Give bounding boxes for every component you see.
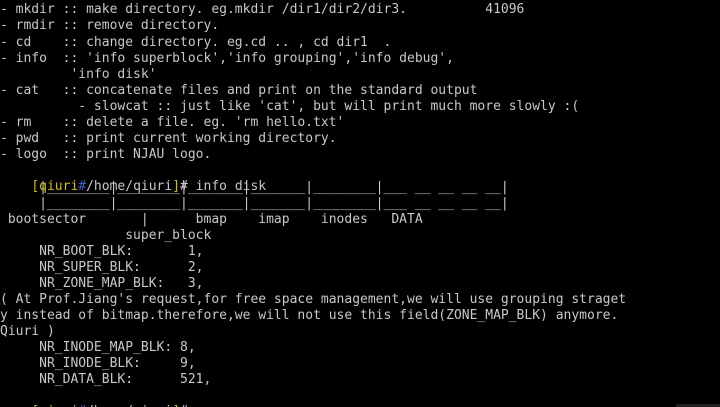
disk-layout-bar-top: |________|________|_______|_______|_____… bbox=[0, 180, 509, 195]
prompt-line-info-disk: [qiuri#/home/qiuri]# info disk bbox=[0, 163, 266, 194]
help-line-cat: - cat :: concatenate files and print on … bbox=[0, 83, 478, 98]
disk-layout-superblock-label: super_block bbox=[0, 228, 212, 243]
disk-layout-bar-bottom: |________|________|_______|_______|_____… bbox=[0, 196, 509, 211]
note-line-2: y instead of bitmap.therefore,we will no… bbox=[0, 308, 619, 323]
help-line-rmdir: - rmdir :: remove directory. bbox=[0, 18, 220, 33]
nr-inode-map-blk: NR_INODE_MAP_BLK: 8, bbox=[0, 340, 196, 355]
nr-boot-blk: NR_BOOT_BLK: 1, bbox=[0, 244, 204, 259]
disk-layout-labels: bootsector | bmap imap inodes DATA bbox=[0, 212, 423, 227]
nr-inode-blk: NR_INODE_BLK: 9, bbox=[0, 356, 196, 371]
help-line-logo: - logo :: print NJAU logo. bbox=[0, 147, 212, 162]
help-line-slowcat: - slowcat :: just like 'cat', but will p… bbox=[0, 99, 580, 114]
note-line-3: Qiuri ) bbox=[0, 324, 55, 339]
nr-data-blk: NR_DATA_BLK: 521, bbox=[0, 372, 212, 387]
nr-super-blk: NR_SUPER_BLK: 2, bbox=[0, 260, 204, 275]
help-line-mkdir: - mkdir :: make directory. eg.mkdir /dir… bbox=[0, 2, 525, 17]
prompt-line-current[interactable]: [qiuri#/home/qiuri]# bbox=[0, 388, 205, 407]
nr-zone-map-blk: NR_ZONE_MAP_BLK: 3, bbox=[0, 276, 204, 291]
help-line-info-cont: 'info disk' bbox=[0, 67, 157, 82]
help-line-info: - info :: 'info superblock','info groupi… bbox=[0, 51, 454, 66]
help-line-rm: - rm :: delete a file. eg. 'rm hello.txt… bbox=[0, 115, 345, 130]
help-line-cd: - cd :: change directory. eg.cd .. , cd … bbox=[0, 35, 392, 50]
help-line-pwd: - pwd :: print current working directory… bbox=[0, 131, 337, 146]
terminal-window[interactable]: - mkdir :: make directory. eg.mkdir /dir… bbox=[0, 0, 720, 407]
note-line-1: ( At Prof.Jiang's request,for free space… bbox=[0, 292, 627, 307]
